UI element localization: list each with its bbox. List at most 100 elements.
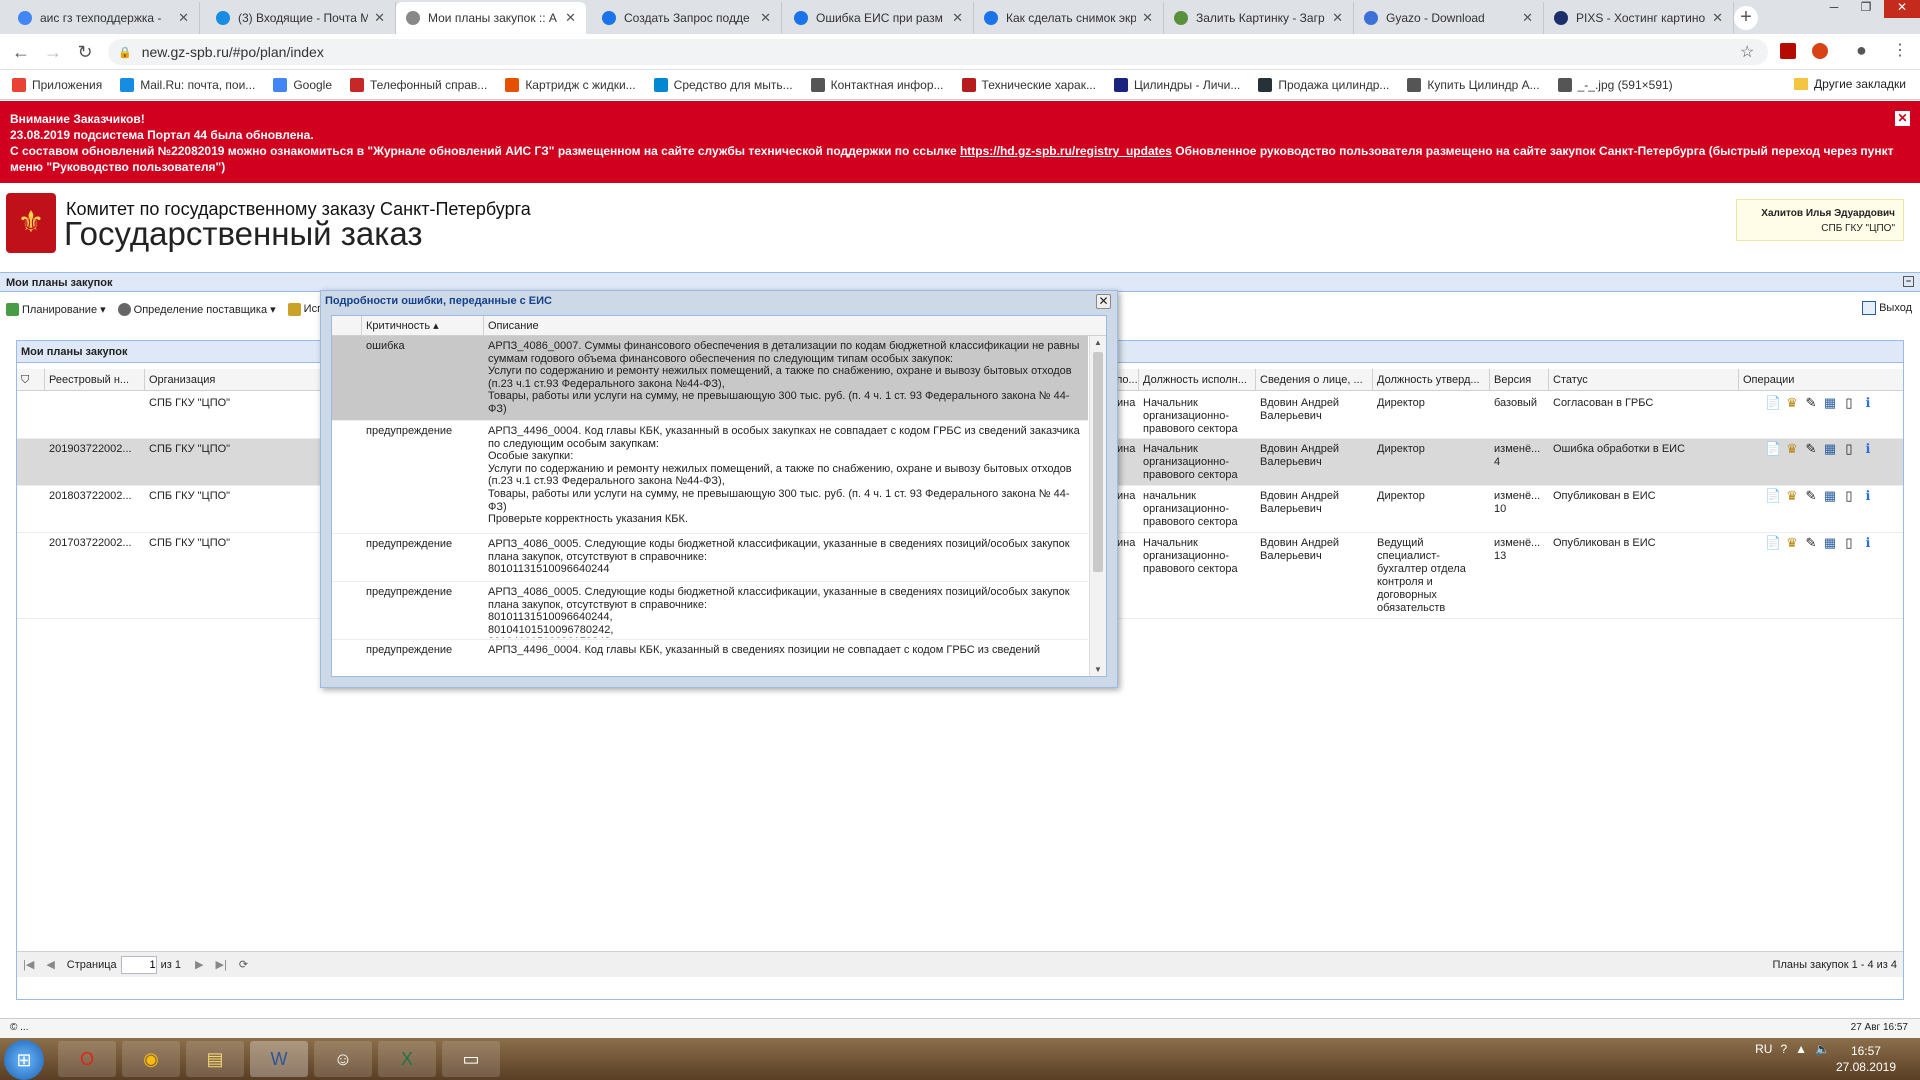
info-icon[interactable]: ℹ (1860, 488, 1876, 504)
browser-tab[interactable]: Ошибка ЕИС при разм ✕ (784, 2, 974, 34)
scroll-thumb[interactable] (1093, 352, 1103, 572)
bookmark-item[interactable]: Купить Цилиндр А... (1407, 77, 1540, 92)
page-icon[interactable]: ▯ (1841, 441, 1857, 457)
prev-page-icon[interactable]: ◀ (46, 958, 54, 971)
extension-icon[interactable] (1812, 43, 1828, 59)
tab-close-icon[interactable]: ✕ (374, 10, 385, 26)
bookmark-item[interactable]: Цилиндры - Личи... (1113, 77, 1240, 92)
document-icon[interactable]: 📄 (1765, 395, 1781, 411)
error-row[interactable]: предупреждение АРПЗ_4086_0005. Следующие … (332, 582, 1088, 640)
window-app-icon[interactable]: ▭ (442, 1041, 500, 1077)
col-version[interactable]: Версия (1490, 369, 1549, 391)
tab-close-icon[interactable]: ✕ (760, 10, 771, 26)
menu-execution[interactable]: Исп (287, 302, 323, 316)
maximize-icon[interactable]: ❐ (1852, 0, 1880, 18)
new-tab-button[interactable]: + (1734, 6, 1758, 30)
tab-close-icon[interactable]: ✕ (1142, 10, 1153, 26)
info-icon[interactable]: ℹ (1860, 441, 1876, 457)
browser-tab[interactable]: Мои планы закупок :: А ✕ (396, 2, 586, 34)
col-status[interactable]: Статус (1549, 369, 1739, 391)
col-person-info[interactable]: Сведения о лице, ... (1256, 369, 1373, 391)
bookmark-item[interactable]: Приложения (12, 77, 102, 92)
page-icon[interactable]: ▯ (1841, 395, 1857, 411)
error-row[interactable]: предупреждение АРПЗ_4496_0004. Код главы … (332, 640, 1088, 676)
word-icon[interactable]: W (250, 1041, 308, 1077)
page-number-input[interactable] (120, 955, 157, 974)
registry-updates-link[interactable]: https://hd.gz-spb.ru/registry_updates (960, 144, 1172, 158)
edit-pencil-icon[interactable]: ✎ (1803, 488, 1819, 504)
volume-icon[interactable]: 🔈 (1815, 1042, 1830, 1056)
bookmark-item[interactable]: _-_.jpg (591×591) (1557, 77, 1673, 92)
edit-pencil-icon[interactable]: ✎ (1803, 535, 1819, 551)
error-row[interactable]: предупреждение АРПЗ_4496_0004. Код главы … (332, 421, 1088, 534)
browser-tab[interactable]: Как сделать снимок экр ✕ (974, 2, 1164, 34)
document-icon[interactable]: 📄 (1765, 441, 1781, 457)
filter-icon-cell[interactable]: ⛉ (17, 369, 45, 391)
bookmark-item[interactable]: Mail.Ru: почта, пои... (120, 77, 255, 92)
next-page-icon[interactable]: ▶ (195, 958, 203, 971)
address-bar[interactable]: 🔒 new.gz-spb.ru/#po/plan/index (108, 39, 1768, 65)
browser-tab[interactable]: Создать Запрос подде ✕ (592, 2, 782, 34)
user-box[interactable]: Халитов Илья Эдуардович СПБ ГКУ "ЦПО" (1736, 199, 1904, 241)
emblem-icon[interactable]: ♛ (1784, 395, 1800, 411)
schedule-icon[interactable]: ▦ (1822, 535, 1838, 551)
error-grid-scrollbar[interactable]: ▲ ▼ (1089, 336, 1106, 676)
tab-close-icon[interactable]: ✕ (1332, 10, 1343, 26)
col-executor-position[interactable]: Должность исполн... (1139, 369, 1256, 391)
tab-close-icon[interactable]: ✕ (1522, 10, 1533, 26)
dialog-close-icon[interactable]: ✕ (1096, 294, 1111, 309)
tab-close-icon[interactable]: ✕ (1712, 10, 1723, 26)
explorer-folder-icon[interactable]: ▤ (186, 1041, 244, 1077)
taskbar-clock[interactable]: 16:57 27.08.2019 (1836, 1043, 1896, 1075)
back-icon[interactable]: ← (10, 42, 32, 63)
first-page-icon[interactable]: |◀ (23, 958, 34, 971)
browser-tab[interactable]: аис гз техподдержка - ✕ (8, 2, 200, 34)
bookmark-item[interactable]: Технические харак... (961, 77, 1096, 92)
profile-icon[interactable]: ● (1856, 40, 1867, 61)
bookmark-item[interactable]: Телефонный справ... (350, 77, 487, 92)
window-close-icon[interactable]: ✕ (1884, 0, 1920, 18)
minimize-icon[interactable]: ─ (1820, 0, 1848, 18)
collapse-icon[interactable]: − (1903, 276, 1914, 287)
emblem-icon[interactable]: ♛ (1784, 441, 1800, 457)
opera-icon[interactable]: O (58, 1041, 116, 1077)
bookmark-item[interactable]: Средство для мыть... (653, 77, 793, 92)
page-icon[interactable]: ▯ (1841, 488, 1857, 504)
document-icon[interactable]: 📄 (1765, 488, 1781, 504)
col-operations[interactable]: Операции (1739, 369, 1905, 391)
schedule-icon[interactable]: ▦ (1822, 395, 1838, 411)
bookmark-item[interactable]: Google (273, 77, 332, 92)
edit-pencil-icon[interactable]: ✎ (1803, 441, 1819, 457)
scroll-down-icon[interactable]: ▼ (1094, 665, 1102, 674)
chrome-icon[interactable]: ◉ (122, 1041, 180, 1077)
error-row[interactable]: ошибка АРПЗ_4086_0007. Суммы финансового … (332, 336, 1088, 421)
emblem-icon[interactable]: ♛ (1784, 488, 1800, 504)
col-reg-number[interactable]: Реестровый н... (45, 369, 145, 391)
acrobat-extension-icon[interactable] (1780, 43, 1796, 59)
forward-icon[interactable]: → (42, 42, 64, 63)
start-button[interactable]: ⊞ (4, 1040, 44, 1080)
menu-kebab-icon[interactable]: ⋮ (1892, 40, 1908, 60)
banner-close-icon[interactable]: ✕ (1895, 111, 1910, 126)
excel-icon[interactable]: X (378, 1041, 436, 1077)
info-icon[interactable]: ℹ (1860, 535, 1876, 551)
error-row[interactable]: предупреждение АРПЗ_4086_0005. Следующие … (332, 534, 1088, 582)
edit-pencil-icon[interactable]: ✎ (1803, 395, 1819, 411)
col-criticality[interactable]: Критичность ▴ (362, 316, 484, 336)
tray-expand-icon[interactable]: ▲ (1795, 1042, 1807, 1056)
last-page-icon[interactable]: ▶| (216, 958, 227, 971)
app-icon[interactable]: ☺ (314, 1041, 372, 1077)
other-bookmarks[interactable]: Другие закладки (1794, 77, 1906, 91)
browser-tab[interactable]: PIXS - Хостинг картино ✕ (1544, 2, 1734, 34)
col-approver-position[interactable]: Должность утверд... (1373, 369, 1490, 391)
language-indicator[interactable]: RU (1755, 1042, 1772, 1056)
help-icon[interactable]: ? (1780, 1042, 1787, 1056)
refresh-icon[interactable]: ⟳ (239, 958, 248, 971)
page-icon[interactable]: ▯ (1841, 535, 1857, 551)
bookmark-item[interactable]: Картридж с жидки... (505, 77, 636, 92)
scroll-up-icon[interactable]: ▲ (1094, 338, 1102, 347)
bookmark-star-icon[interactable]: ☆ (1740, 42, 1754, 62)
schedule-icon[interactable]: ▦ (1822, 488, 1838, 504)
browser-tab[interactable]: Gyazo - Download ✕ (1354, 2, 1544, 34)
emblem-icon[interactable]: ♛ (1784, 535, 1800, 551)
